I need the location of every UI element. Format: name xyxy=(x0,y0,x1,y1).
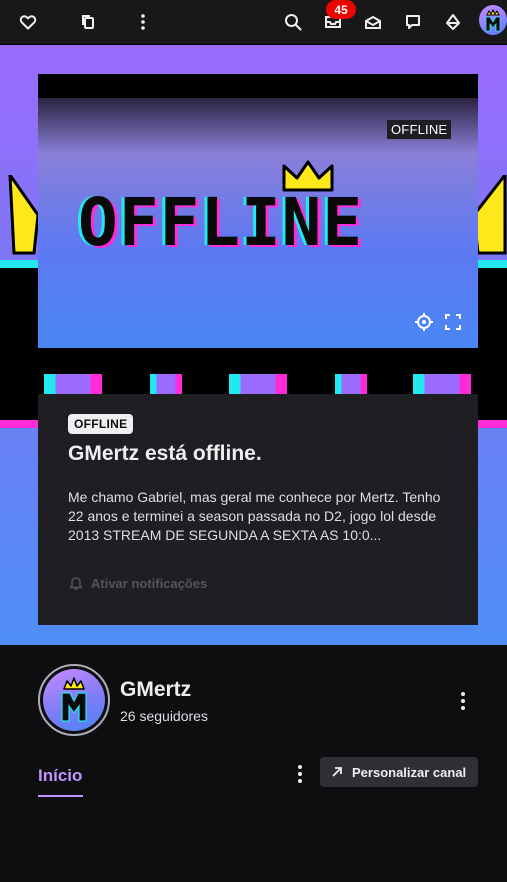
offline-art-text: OFFLINE xyxy=(78,184,364,261)
banner-pixel-block xyxy=(229,374,287,394)
channel-avatar[interactable] xyxy=(38,664,110,736)
heart-icon[interactable] xyxy=(12,6,44,38)
tab-home[interactable]: Início xyxy=(38,766,82,786)
banner-pixel-block xyxy=(335,374,367,394)
customize-channel-label: Personalizar canal xyxy=(352,764,467,780)
customize-channel-button[interactable]: Personalizar canal xyxy=(320,757,478,787)
more-options-icon[interactable] xyxy=(294,762,306,786)
mail-icon[interactable] xyxy=(357,6,389,38)
search-icon[interactable] xyxy=(277,6,309,38)
notifications-badge: 45 xyxy=(326,0,356,19)
banner-pixel-block xyxy=(413,374,471,394)
fullscreen-icon[interactable] xyxy=(443,312,463,332)
user-avatar[interactable] xyxy=(479,5,507,35)
prime-icon[interactable] xyxy=(437,6,469,38)
video-player[interactable]: OFFLINE OFFLINE xyxy=(38,74,478,348)
crown-left-icon xyxy=(8,175,40,255)
offline-info-card: OFFLINE GMertz está offline. Me chamo Ga… xyxy=(38,394,478,625)
banner-pixel-block xyxy=(150,374,182,394)
channel-more-options-icon[interactable] xyxy=(457,689,469,713)
banner-pixel-block xyxy=(44,374,102,394)
copy-icon[interactable] xyxy=(72,6,104,38)
enable-notifications-button[interactable]: Ativar notificações xyxy=(68,575,207,591)
chat-icon[interactable] xyxy=(397,6,429,38)
offline-status-badge: OFFLINE xyxy=(68,414,134,434)
offline-title: GMertz está offline. xyxy=(68,442,262,465)
channel-name: GMertz xyxy=(120,678,192,701)
channel-logo-icon xyxy=(61,677,87,722)
more-vertical-icon[interactable] xyxy=(127,6,159,38)
channel-description: Me chamo Gabriel, mas geral me conhece p… xyxy=(68,489,441,543)
settings-icon[interactable] xyxy=(414,312,434,332)
arrow-up-right-icon xyxy=(332,767,342,777)
offline-label: OFFLINE xyxy=(387,120,452,139)
follower-count: 26 seguidores xyxy=(120,708,208,724)
enable-notifications-label: Ativar notificações xyxy=(91,575,208,591)
tab-home-underline xyxy=(38,795,83,797)
bell-icon xyxy=(69,577,83,590)
top-nav-bar: 45 xyxy=(0,0,507,45)
